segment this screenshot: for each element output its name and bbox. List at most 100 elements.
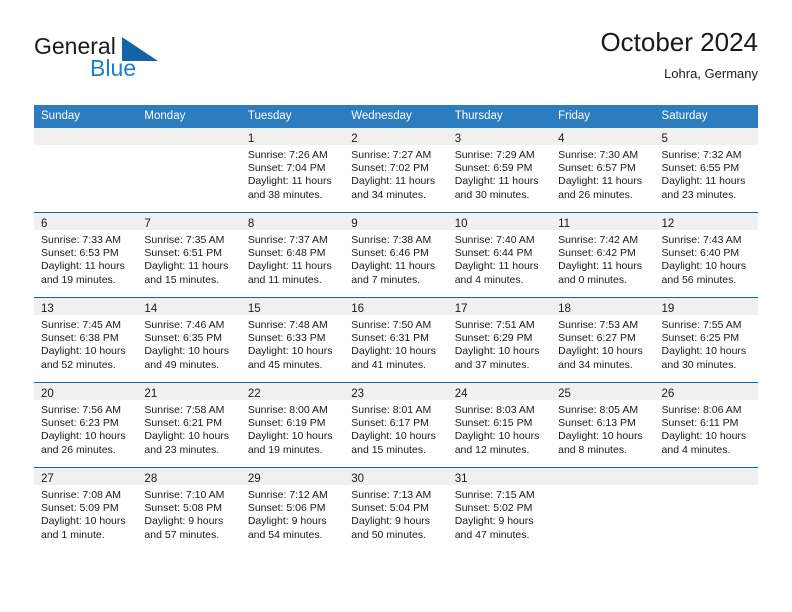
sunset-text: Sunset: 5:04 PM	[351, 502, 429, 515]
day-number-band: 25	[551, 383, 655, 400]
daylight-text-line2: and 37 minutes.	[454, 358, 530, 371]
calendar-week-row: 13 Sunrise: 7:45 AM Sunset: 6:38 PM Dayligh…	[34, 297, 758, 383]
day-number-band: 26	[654, 383, 758, 400]
day-cell-inner: 27 Sunrise: 7:08 AM Sunset: 5:09 PM Dayligh…	[34, 468, 138, 552]
calendar-day-cell[interactable]: 12 Sunrise: 7:43 AM Sunset: 6:40 PM Dayligh…	[654, 212, 758, 298]
day-cell-details: Sunrise: 7:35 AM Sunset: 6:51 PM Daylight:…	[137, 230, 240, 287]
calendar-day-cell[interactable]: 8 Sunrise: 7:37 AM Sunset: 6:48 PM Daylight…	[240, 212, 345, 298]
daylight-text-line1: Daylight: 10 hours	[661, 260, 747, 273]
sunset-text: Sunset: 6:23 PM	[41, 417, 119, 430]
calendar-day-cell[interactable]: 14 Sunrise: 7:46 AM Sunset: 6:35 PM Dayligh…	[137, 297, 241, 383]
sunset-text: Sunset: 5:09 PM	[41, 502, 119, 515]
calendar-day-cell[interactable]: 3 Sunrise: 7:29 AM Sunset: 6:59 PM Daylight…	[447, 128, 552, 213]
day-cell-details: Sunrise: 7:58 AM Sunset: 6:21 PM Daylight:…	[137, 400, 240, 457]
calendar-day-cell[interactable]: 2 Sunrise: 7:27 AM Sunset: 7:02 PM Daylight…	[344, 128, 448, 213]
calendar-day-cell[interactable]: 15 Sunrise: 7:48 AM Sunset: 6:33 PM Dayligh…	[240, 297, 345, 383]
day-cell-details	[551, 485, 654, 489]
day-number-band: 2	[344, 128, 448, 145]
day-cell-details: Sunrise: 7:26 AM Sunset: 7:04 PM Daylight:…	[241, 145, 344, 202]
sunrise-text: Sunrise: 7:56 AM	[41, 404, 121, 416]
daylight-text-line2: and 47 minutes.	[454, 528, 530, 541]
daylight-text-line2: and 7 minutes.	[351, 273, 421, 286]
sunrise-text: Sunrise: 7:08 AM	[41, 489, 121, 501]
day-cell-inner: 26 Sunrise: 8:06 AM Sunset: 6:11 PM Dayligh…	[654, 383, 758, 467]
calendar-day-cell[interactable]: 26 Sunrise: 8:06 AM Sunset: 6:11 PM Dayligh…	[654, 382, 758, 468]
daylight-text-line1: Daylight: 11 hours	[351, 175, 436, 188]
calendar-day-cell[interactable]: 1 Sunrise: 7:26 AM Sunset: 7:04 PM Daylight…	[240, 128, 345, 213]
weekday-header-row: Sunday Monday Tuesday Wednesday Thursday…	[34, 105, 758, 128]
day-number: 12	[661, 218, 675, 230]
calendar-day-cell[interactable]: 17 Sunrise: 7:51 AM Sunset: 6:29 PM Dayligh…	[447, 297, 552, 383]
day-number-band: 31	[447, 468, 552, 485]
calendar-day-cell[interactable]: 7 Sunrise: 7:35 AM Sunset: 6:51 PM Daylight…	[137, 212, 241, 298]
day-cell-inner: 7 Sunrise: 7:35 AM Sunset: 6:51 PM Daylight…	[137, 213, 241, 297]
day-cell-inner	[34, 128, 138, 212]
day-cell-details: Sunrise: 7:40 AM Sunset: 6:44 PM Daylight:…	[448, 230, 551, 287]
calendar-day-cell[interactable]: 16 Sunrise: 7:50 AM Sunset: 6:31 PM Dayligh…	[344, 297, 448, 383]
calendar-head: Sunday Monday Tuesday Wednesday Thursday…	[34, 105, 758, 128]
calendar-day-cell[interactable]: 29 Sunrise: 7:12 AM Sunset: 5:06 PM Dayligh…	[240, 467, 345, 552]
sunset-text: Sunset: 6:17 PM	[351, 417, 429, 430]
brand-logo[interactable]: General Blue	[34, 34, 264, 92]
day-cell-inner: 21 Sunrise: 7:58 AM Sunset: 6:21 PM Dayligh…	[137, 383, 241, 467]
calendar-day-cell[interactable]: 28 Sunrise: 7:10 AM Sunset: 5:08 PM Dayligh…	[137, 467, 241, 552]
daylight-text-line2: and 19 minutes.	[247, 443, 323, 456]
daylight-text-line1: Daylight: 9 hours	[454, 515, 534, 528]
day-cell-details: Sunrise: 8:06 AM Sunset: 6:11 PM Daylight:…	[655, 400, 758, 457]
day-number-band: 4	[551, 128, 655, 145]
day-cell-details: Sunrise: 8:05 AM Sunset: 6:13 PM Daylight:…	[551, 400, 654, 457]
title-block: October 2024 Lohra, Germany	[600, 26, 758, 84]
day-cell-inner: 6 Sunrise: 7:33 AM Sunset: 6:53 PM Daylight…	[34, 213, 138, 297]
page-title: October 2024	[600, 27, 758, 57]
calendar-day-cell[interactable]: 24 Sunrise: 8:03 AM Sunset: 6:15 PM Dayligh…	[447, 382, 552, 468]
daylight-text-line1: Daylight: 11 hours	[558, 175, 642, 188]
day-cell-details: Sunrise: 7:12 AM Sunset: 5:06 PM Daylight:…	[241, 485, 344, 542]
calendar-day-cell[interactable]: 9 Sunrise: 7:38 AM Sunset: 6:46 PM Daylight…	[344, 212, 448, 298]
calendar-day-cell[interactable]: 13 Sunrise: 7:45 AM Sunset: 6:38 PM Dayligh…	[34, 297, 138, 383]
daylight-text-line2: and 4 minutes.	[661, 443, 731, 456]
sunset-text: Sunset: 6:21 PM	[144, 417, 223, 430]
daylight-text-line1: Daylight: 11 hours	[41, 260, 125, 273]
day-number: 10	[454, 218, 468, 230]
calendar-day-cell[interactable]: 30 Sunrise: 7:13 AM Sunset: 5:04 PM Dayligh…	[344, 467, 448, 552]
sunrise-text: Sunrise: 7:43 AM	[661, 234, 742, 246]
calendar-day-cell[interactable]: 4 Sunrise: 7:30 AM Sunset: 6:57 PM Daylight…	[551, 128, 655, 213]
calendar-day-cell[interactable]: 18 Sunrise: 7:53 AM Sunset: 6:27 PM Dayligh…	[551, 297, 655, 383]
day-cell-inner: 15 Sunrise: 7:48 AM Sunset: 6:33 PM Dayligh…	[240, 298, 345, 382]
day-number: 26	[661, 388, 675, 400]
calendar-day-cell[interactable]: 31 Sunrise: 7:15 AM Sunset: 5:02 PM Dayligh…	[447, 467, 552, 552]
weekday-header-thursday: Thursday	[447, 105, 552, 128]
calendar-day-cell[interactable]: 11 Sunrise: 7:42 AM Sunset: 6:42 PM Dayligh…	[551, 212, 655, 298]
day-cell-details	[34, 145, 137, 149]
day-number: 23	[351, 388, 365, 400]
daylight-text-line2: and 12 minutes.	[454, 443, 530, 456]
calendar-day-cell[interactable]: 6 Sunrise: 7:33 AM Sunset: 6:53 PM Daylight…	[34, 212, 138, 298]
day-number: 20	[41, 388, 54, 400]
sunrise-text: Sunrise: 7:38 AM	[351, 234, 432, 246]
daylight-text-line2: and 41 minutes.	[351, 358, 426, 371]
calendar-day-cell[interactable]: 20 Sunrise: 7:56 AM Sunset: 6:23 PM Dayligh…	[34, 382, 138, 468]
calendar-day-cell[interactable]: 21 Sunrise: 7:58 AM Sunset: 6:21 PM Dayligh…	[137, 382, 241, 468]
calendar-day-cell[interactable]: 27 Sunrise: 7:08 AM Sunset: 5:09 PM Dayligh…	[34, 467, 138, 552]
daylight-text-line1: Daylight: 9 hours	[351, 515, 431, 528]
calendar-day-cell[interactable]: 10 Sunrise: 7:40 AM Sunset: 6:44 PM Dayligh…	[447, 212, 552, 298]
calendar-day-cell[interactable]: 25 Sunrise: 8:05 AM Sunset: 6:13 PM Dayligh…	[551, 382, 655, 468]
sunset-text: Sunset: 6:31 PM	[351, 332, 429, 345]
day-cell-inner: 3 Sunrise: 7:29 AM Sunset: 6:59 PM Daylight…	[447, 128, 552, 212]
calendar-day-cell[interactable]: 19 Sunrise: 7:55 AM Sunset: 6:25 PM Dayligh…	[654, 297, 758, 383]
day-cell-inner: 20 Sunrise: 7:56 AM Sunset: 6:23 PM Dayligh…	[34, 383, 138, 467]
day-cell-details: Sunrise: 7:45 AM Sunset: 6:38 PM Daylight:…	[34, 315, 137, 372]
day-cell-inner: 8 Sunrise: 7:37 AM Sunset: 6:48 PM Daylight…	[240, 213, 345, 297]
daylight-text-line1: Daylight: 11 hours	[351, 260, 436, 273]
day-number-band: 5	[654, 128, 758, 145]
calendar-day-cell[interactable]: 23 Sunrise: 8:01 AM Sunset: 6:17 PM Dayligh…	[344, 382, 448, 468]
sunset-text: Sunset: 6:33 PM	[247, 332, 326, 345]
day-number-band: 9	[344, 213, 448, 230]
calendar-day-cell[interactable]: 22 Sunrise: 8:00 AM Sunset: 6:19 PM Dayligh…	[240, 382, 345, 468]
daylight-text-line1: Daylight: 10 hours	[558, 430, 643, 443]
sunrise-text: Sunrise: 7:58 AM	[144, 404, 225, 416]
sunset-text: Sunset: 6:27 PM	[558, 332, 636, 345]
calendar-day-cell[interactable]: 5 Sunrise: 7:32 AM Sunset: 6:55 PM Daylight…	[654, 128, 758, 213]
sunrise-text: Sunrise: 7:51 AM	[454, 319, 535, 331]
daylight-text-line1: Daylight: 10 hours	[41, 430, 126, 443]
